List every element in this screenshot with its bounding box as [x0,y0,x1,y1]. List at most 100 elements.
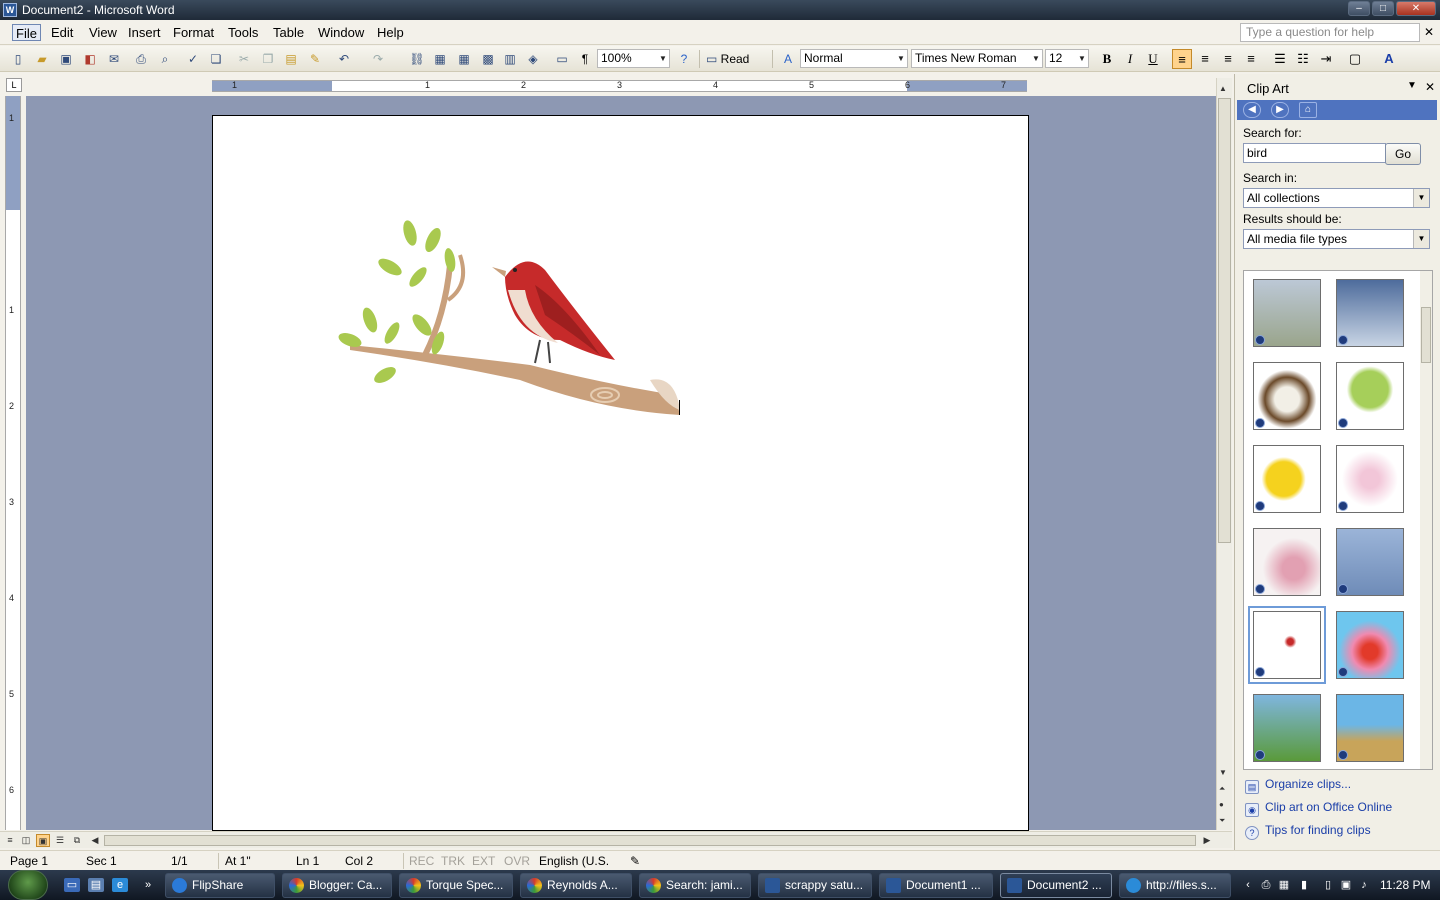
numbering-icon[interactable]: ☰ [1270,49,1290,69]
justify-button[interactable]: ≡ [1241,49,1261,69]
zoom-select[interactable]: 100% ▼ [597,49,670,68]
menu-window[interactable]: Window [315,24,367,41]
menu-help[interactable]: Help [374,24,407,41]
undo-icon[interactable]: ↶ [336,51,352,67]
clip-thumbnail[interactable] [1336,445,1404,513]
next-page-icon[interactable]: ⏷ [1219,816,1225,826]
email-icon[interactable]: ✉ [106,51,122,67]
tips-link[interactable]: ? Tips for finding clips [1245,823,1371,840]
align-left-button[interactable]: ≡ [1172,49,1192,69]
cut-icon[interactable]: ✂ [236,51,252,67]
search-in-select[interactable]: All collections ▼ [1243,188,1430,208]
clip-thumbnail[interactable] [1336,279,1404,347]
taskbar-item[interactable]: Torque Spec... [399,873,513,898]
tables-borders-icon[interactable]: ▦ [432,51,448,67]
bold-button[interactable]: B [1097,49,1117,69]
forward-icon[interactable]: ▶ [1271,102,1289,118]
network-icon[interactable]: ▦ [1276,878,1292,892]
explorer-icon[interactable]: ▤ [88,878,104,892]
save-icon[interactable]: ▣ [58,51,74,67]
clip-thumbnail[interactable] [1336,362,1404,430]
menu-table[interactable]: Table [270,24,307,41]
borders-icon[interactable]: ▢ [1345,49,1365,69]
menu-view[interactable]: View [86,24,120,41]
taskbar-item[interactable]: Blogger: Ca... [282,873,392,898]
permission-icon[interactable]: ◧ [82,51,98,67]
internet-explorer-icon[interactable]: e [112,878,128,892]
help-search-input[interactable]: Type a question for help [1240,23,1420,42]
spelling-icon[interactable]: ✓ [185,51,201,67]
organize-clips-link[interactable]: ▤ Organize clips... [1245,777,1351,794]
maximize-button[interactable]: □ [1372,1,1394,16]
font-select[interactable]: Times New Roman ▼ [911,49,1043,68]
clip-thumbnail[interactable] [1253,445,1321,513]
clip-thumbnail[interactable] [1253,528,1321,596]
paste-icon[interactable]: ▤ [283,51,299,67]
scroll-left-icon[interactable]: ◀ [88,834,102,847]
indent-icon[interactable]: ⇥ [1316,49,1336,69]
start-button[interactable] [8,870,48,900]
search-for-input[interactable]: bird [1243,143,1386,163]
copy-icon[interactable]: ❐ [260,51,276,67]
normal-view-icon[interactable]: ≡ [3,834,17,847]
align-right-button[interactable]: ≡ [1218,49,1238,69]
horizontal-scrollbar[interactable]: ≡ ◫ ▣ ☰ ⧉ ◀ ▶ [0,831,1232,848]
italic-button[interactable]: I [1120,49,1140,69]
status-ovr[interactable]: OVR [504,854,530,868]
clip-thumbnail[interactable] [1253,362,1321,430]
columns-icon[interactable]: ▥ [502,51,518,67]
clip-thumbnail-selected[interactable] [1248,606,1326,684]
horizontal-ruler[interactable]: 1 1 2 3 4 5 6 7 [212,80,1027,92]
select-browse-object-icon[interactable]: ● [1219,800,1224,809]
device-icon[interactable]: ▮ [1296,878,1312,892]
clip-thumbnail[interactable] [1336,528,1404,596]
hyperlink-icon[interactable]: ⛓ [409,51,425,67]
show-hide-icon[interactable]: ¶ [577,51,593,67]
back-icon[interactable]: ◀ [1243,102,1261,118]
outline-view-icon[interactable]: ☰ [53,834,67,847]
show-desktop-icon[interactable]: ▭ [64,878,80,892]
print-preview-icon[interactable]: ⌕ [157,51,173,67]
taskbar-item[interactable]: Search: jami... [639,873,751,898]
taskbar-item[interactable]: Document1 ... [879,873,993,898]
insert-excel-icon[interactable]: ▩ [480,51,496,67]
status-rec[interactable]: REC [409,854,434,868]
styles-formatting-icon[interactable]: A [780,51,796,67]
results-scrollbar[interactable] [1420,271,1432,769]
menu-file[interactable]: File [12,24,41,41]
taskbar-item[interactable]: http://files.s... [1119,873,1231,898]
menu-insert[interactable]: Insert [125,24,164,41]
previous-page-icon[interactable]: ⏶ [1219,784,1225,794]
home-icon[interactable]: ⌂ [1299,102,1317,118]
tray-collapse-icon[interactable]: ‹ [1240,878,1256,892]
print-layout-icon[interactable]: ▣ [36,834,50,847]
task-pane-menu-icon[interactable]: ▼ [1407,80,1417,91]
open-icon[interactable]: ▰ [34,51,50,67]
status-language[interactable]: English (U.S. [539,854,609,868]
web-layout-icon[interactable]: ◫ [19,834,33,847]
minimize-button[interactable]: – [1348,1,1370,16]
horizontal-scroll-thumb[interactable] [104,835,1196,846]
clip-thumbnail[interactable] [1253,694,1321,762]
go-button[interactable]: Go [1385,143,1421,165]
battery-icon[interactable]: ▯ [1320,878,1336,892]
menu-edit[interactable]: Edit [48,24,76,41]
clip-thumbnail[interactable] [1336,611,1404,679]
word-app-icon[interactable]: W [3,3,17,17]
results-type-select[interactable]: All media file types ▼ [1243,229,1430,249]
style-select[interactable]: Normal ▼ [800,49,908,68]
close-window-button[interactable]: ✕ [1396,1,1436,16]
taskbar-item[interactable]: Reynolds A... [520,873,632,898]
drawing-icon[interactable]: ◈ [525,51,541,67]
vertical-ruler[interactable]: 1 1 2 3 4 5 6 [5,96,21,830]
help-icon[interactable]: ? [676,51,692,67]
new-document-icon[interactable]: ▯ [10,51,26,67]
vertical-scrollbar[interactable]: ▲ ▼ ⏶ ● ⏷ [1216,78,1232,830]
close-document-icon[interactable]: ✕ [1424,25,1434,39]
volume-icon[interactable]: ♪ [1356,878,1372,892]
taskbar-item[interactable]: scrappy satu... [758,873,872,898]
tab-selector[interactable]: L [6,78,22,92]
bird-on-branch-clipart[interactable] [330,205,690,425]
menu-tools[interactable]: Tools [225,24,261,41]
clock[interactable]: 11:28 PM [1380,878,1430,892]
